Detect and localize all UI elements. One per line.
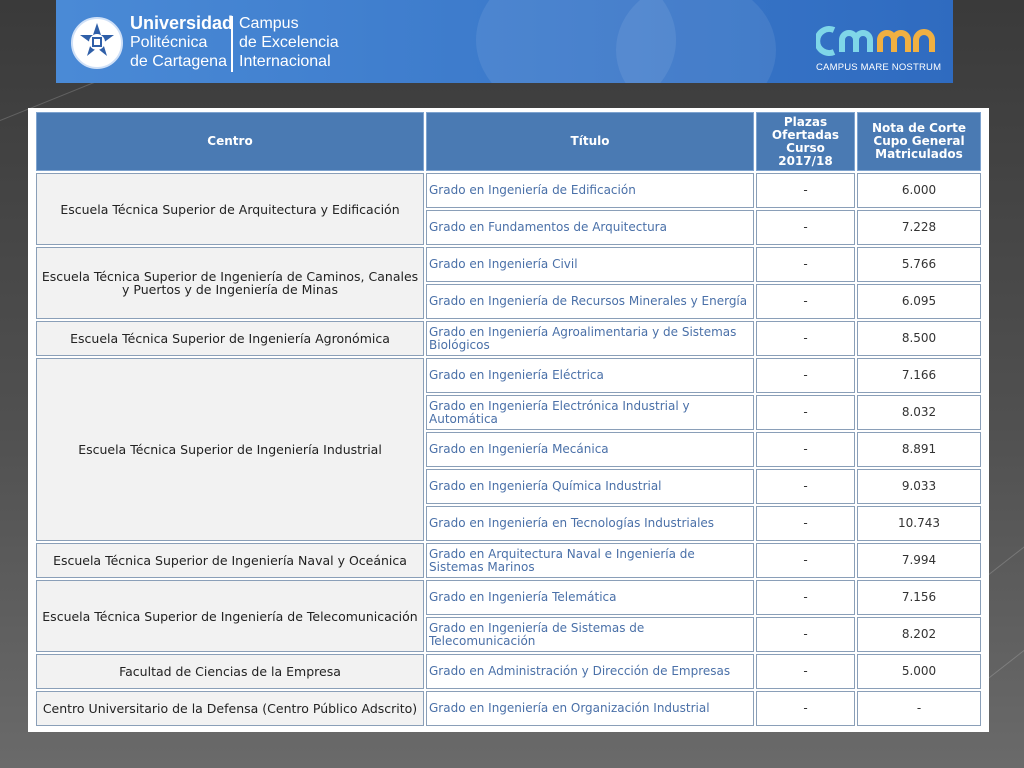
admissions-table-card: Centro Título Plazas Ofertadas Curso 201… <box>28 108 989 732</box>
table-row: Escuela Técnica Superior de Ingeniería A… <box>36 321 981 356</box>
nota-cell: - <box>857 691 981 726</box>
titulo-cell: Grado en Ingeniería de Edificación <box>426 173 754 208</box>
campus-line-2: de Excelencia <box>239 34 339 51</box>
nota-cell: 10.743 <box>857 506 981 541</box>
titulo-cell: Grado en Ingeniería Telemática <box>426 580 754 615</box>
header-titulo[interactable]: Título <box>426 112 754 171</box>
titulo-cell: Grado en Ingeniería en Organización Indu… <box>426 691 754 726</box>
table-row: Escuela Técnica Superior de Ingeniería d… <box>36 247 981 319</box>
nota-cell: 6.095 <box>857 284 981 319</box>
university-line-2: Politécnica <box>130 34 208 51</box>
titulo-cell: Grado en Arquitectura Naval e Ingeniería… <box>426 543 754 578</box>
table-header-row: Centro Título Plazas Ofertadas Curso 201… <box>36 112 981 171</box>
university-line-1: Universidad <box>130 13 234 33</box>
university-name: Universidad Politécnica de Cartagena <box>130 14 233 71</box>
plazas-cell: - <box>756 247 855 282</box>
plazas-cell: - <box>756 395 855 430</box>
nota-cell: 8.891 <box>857 432 981 467</box>
plazas-cell: - <box>756 432 855 467</box>
campus-excelencia: Campus de Excelencia Internacional <box>239 14 339 71</box>
nota-cell: 7.166 <box>857 358 981 393</box>
plazas-cell: - <box>756 284 855 319</box>
plazas-cell: - <box>756 691 855 726</box>
plazas-cell: - <box>756 543 855 578</box>
table-row: Escuela Técnica Superior de Ingeniería N… <box>36 543 981 578</box>
nota-cell: 5.766 <box>857 247 981 282</box>
nota-cell: 8.500 <box>857 321 981 356</box>
campus-line-3: Internacional <box>239 53 331 70</box>
header-centro[interactable]: Centro <box>36 112 424 171</box>
nota-cell: 7.994 <box>857 543 981 578</box>
titulo-cell: Grado en Ingeniería de Sistemas de Telec… <box>426 617 754 652</box>
header-nota[interactable]: Nota de Corte Cupo General Matriculados <box>857 112 981 171</box>
header-banner: Universidad Politécnica de Cartagena Cam… <box>56 0 953 83</box>
nota-cell: 8.032 <box>857 395 981 430</box>
titulo-cell: Grado en Ingeniería Civil <box>426 247 754 282</box>
titulo-cell: Grado en Ingeniería de Recursos Minerale… <box>426 284 754 319</box>
university-seal-icon <box>71 17 123 69</box>
nota-cell: 7.156 <box>857 580 981 615</box>
nota-cell: 8.202 <box>857 617 981 652</box>
plazas-cell: - <box>756 654 855 689</box>
campus-line-1: Campus <box>239 15 299 32</box>
banner-divider <box>231 16 233 72</box>
cut-off-grades-table: Centro Título Plazas Ofertadas Curso 201… <box>34 110 983 728</box>
titulo-cell: Grado en Fundamentos de Arquitectura <box>426 210 754 245</box>
table-row: Escuela Técnica Superior de Ingeniería I… <box>36 358 981 541</box>
plazas-cell: - <box>756 469 855 504</box>
nota-cell: 6.000 <box>857 173 981 208</box>
header-plazas[interactable]: Plazas Ofertadas Curso 2017/18 <box>756 112 855 171</box>
centro-cell: Escuela Técnica Superior de Ingeniería A… <box>36 321 424 356</box>
table-row: Escuela Técnica Superior de Arquitectura… <box>36 173 981 245</box>
centro-cell: Escuela Técnica Superior de Ingeniería N… <box>36 543 424 578</box>
table-row: Escuela Técnica Superior de Ingeniería d… <box>36 580 981 652</box>
plazas-cell: - <box>756 617 855 652</box>
plazas-cell: - <box>756 210 855 245</box>
nota-cell: 9.033 <box>857 469 981 504</box>
titulo-cell: Grado en Ingeniería Mecánica <box>426 432 754 467</box>
centro-cell: Centro Universitario de la Defensa (Cent… <box>36 691 424 726</box>
cmn-caption: CAMPUS MARE NOSTRUM <box>816 62 942 73</box>
plazas-cell: - <box>756 358 855 393</box>
plazas-cell: - <box>756 173 855 208</box>
titulo-cell: Grado en Administración y Dirección de E… <box>426 654 754 689</box>
nota-cell: 5.000 <box>857 654 981 689</box>
university-line-3: de Cartagena <box>130 53 227 70</box>
centro-cell: Escuela Técnica Superior de Ingeniería I… <box>36 358 424 541</box>
centro-cell: Escuela Técnica Superior de Ingeniería d… <box>36 580 424 652</box>
titulo-cell: Grado en Ingeniería Eléctrica <box>426 358 754 393</box>
nota-cell: 7.228 <box>857 210 981 245</box>
titulo-cell: Grado en Ingeniería Electrónica Industri… <box>426 395 754 430</box>
centro-cell: Escuela Técnica Superior de Arquitectura… <box>36 173 424 245</box>
plazas-cell: - <box>756 321 855 356</box>
titulo-cell: Grado en Ingeniería Química Industrial <box>426 469 754 504</box>
plazas-cell: - <box>756 506 855 541</box>
centro-cell: Facultad de Ciencias de la Empresa <box>36 654 424 689</box>
campus-mare-nostrum-logo-icon <box>816 26 935 56</box>
table-body: Escuela Técnica Superior de Arquitectura… <box>36 173 981 726</box>
table-row: Centro Universitario de la Defensa (Cent… <box>36 691 981 726</box>
plazas-cell: - <box>756 580 855 615</box>
centro-cell: Escuela Técnica Superior de Ingeniería d… <box>36 247 424 319</box>
table-row: Facultad de Ciencias de la Empresa Grado … <box>36 654 981 689</box>
titulo-cell: Grado en Ingeniería en Tecnologías Indus… <box>426 506 754 541</box>
titulo-cell: Grado en Ingeniería Agroalimentaria y de… <box>426 321 754 356</box>
